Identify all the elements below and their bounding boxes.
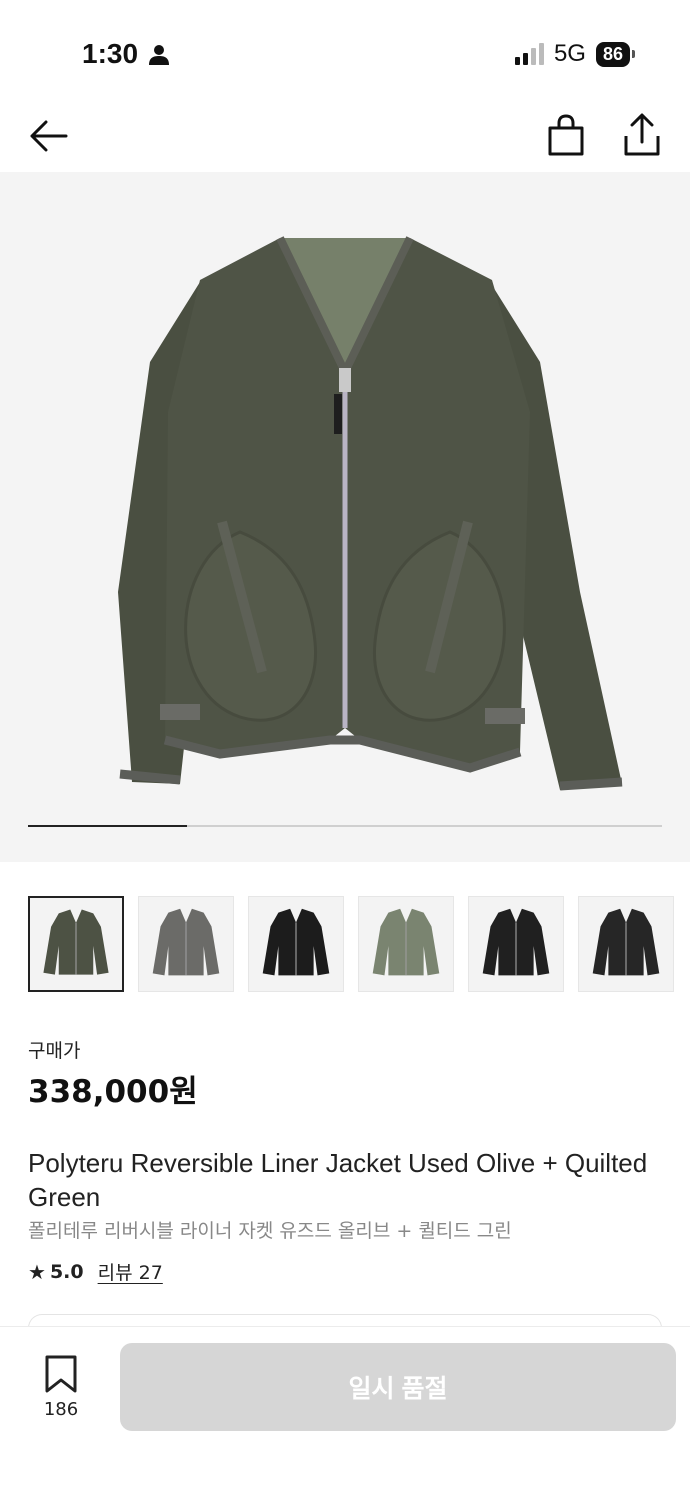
rating-row: ★ 5.0 리뷰 27 [28,1258,163,1285]
battery-icon: 86 [595,41,636,67]
thumbnail-black-quilted[interactable] [468,896,564,992]
thumbnail-jacket-image [43,909,109,975]
soldout-button[interactable]: 일시 품절 [120,1343,676,1431]
person-icon [148,44,170,70]
thumbnail-black[interactable] [248,896,344,992]
network-type: 5G [553,40,586,67]
thumbnail-black-2[interactable] [578,896,674,992]
signal-icon [514,43,544,65]
review-link[interactable]: 리뷰 27 [98,1258,163,1285]
thumbnail-jacket-image [262,908,330,976]
thumbnail-strip [28,896,690,994]
thumbnail-jacket-image [592,908,660,976]
carousel-progress [28,825,662,827]
carousel-progress-fill [28,825,187,827]
thumbnail-charcoal[interactable] [138,896,234,992]
thumbnail-jacket-image [152,908,220,976]
product-image-carousel[interactable] [0,172,690,862]
status-time: 1:30 [82,38,139,69]
status-indicators: 5G 86 [514,40,636,68]
bottom-action-bar: 186 일시 품절 [0,1326,690,1500]
wishlist-button[interactable]: 186 [36,1355,86,1420]
thumbnail-quilted-green[interactable] [358,896,454,992]
price: 338,000원 [28,1074,198,1110]
thumbnail-olive[interactable] [28,896,124,992]
product-title-korean: 폴리테루 리버시블 라이너 자켓 유즈드 올리브 + 퀼티드 그린 [28,1220,512,1242]
shopping-bag-icon[interactable] [546,114,586,158]
share-icon[interactable] [622,112,662,158]
price-label: 구매가 [28,1040,81,1062]
back-arrow-icon[interactable] [26,114,70,158]
wishlist-count: 186 [43,1399,79,1420]
star-icon: ★ [28,1259,46,1284]
thumbnail-jacket-image [372,908,440,976]
status-bar: 1:30 5G 86 [0,0,690,100]
product-title: Polyteru Reversible Liner Jacket Used Ol… [28,1148,648,1212]
rating-score: 5.0 [49,1260,84,1283]
jacket-image [118,236,623,791]
thumbnail-jacket-image [482,908,550,976]
nav-bar [0,100,690,172]
bookmark-icon [45,1355,77,1393]
